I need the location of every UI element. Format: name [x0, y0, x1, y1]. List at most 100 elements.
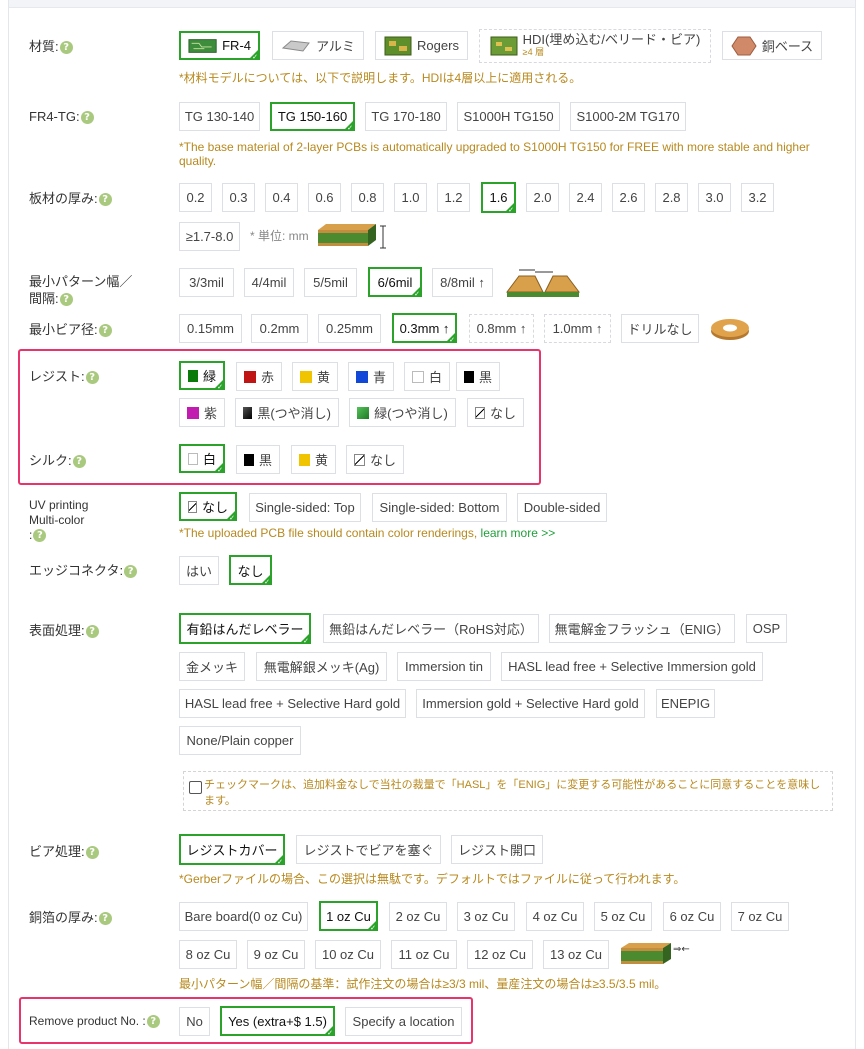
fr4tg-option-s1000h[interactable]: S1000H TG150 [457, 102, 560, 131]
via-process-option-open[interactable]: レジスト開口 [451, 835, 543, 864]
via-option[interactable]: 0.25mm [318, 314, 381, 343]
uv-option-none[interactable]: なし [179, 492, 237, 522]
thickness-option[interactable]: 3.2 [741, 183, 774, 212]
copper-option[interactable]: 8 oz Cu [179, 940, 237, 969]
learn-more-link[interactable]: learn more >> [481, 526, 556, 540]
copper-option[interactable]: Bare board(0 oz Cu) [179, 902, 308, 931]
thickness-option[interactable]: 0.4 [265, 183, 298, 212]
surface-option-gold-plating[interactable]: 金メッキ [179, 652, 245, 681]
thickness-option[interactable]: 2.0 [526, 183, 559, 212]
silk-option-black[interactable]: 黒 [236, 445, 280, 474]
via-option[interactable]: 0.15mm [179, 314, 242, 343]
thickness-option[interactable]: 2.6 [612, 183, 645, 212]
resist-option-green[interactable]: 緑 [179, 361, 225, 391]
via-option[interactable]: 1.0mm ↑ [544, 314, 611, 343]
remove-no-option-specify[interactable]: Specify a location [345, 1007, 462, 1036]
help-icon[interactable]: ? [85, 371, 99, 385]
help-icon[interactable]: ? [98, 193, 112, 207]
surface-option-osp[interactable]: OSP [746, 614, 787, 643]
thickness-option-custom[interactable]: ≥1.7-8.0 [179, 222, 240, 251]
resist-option-red[interactable]: 赤 [236, 362, 282, 391]
silk-option-yellow[interactable]: 黄 [291, 445, 336, 474]
copper-option-selected[interactable]: 1 oz Cu [319, 901, 378, 932]
help-icon[interactable]: ? [146, 1015, 160, 1029]
via-option[interactable]: 0.2mm [251, 314, 308, 343]
help-icon[interactable]: ? [59, 41, 73, 55]
copper-option[interactable]: 5 oz Cu [594, 902, 652, 931]
help-icon[interactable]: ? [72, 455, 86, 469]
surface-option-plain-copper[interactable]: None/Plain copper [179, 726, 301, 755]
material-option-hdi[interactable]: HDI(埋め込む/ベリード・ビア) ≥4 層 [479, 29, 711, 63]
edge-option-no[interactable]: なし [229, 555, 272, 586]
fr4tg-option-150[interactable]: TG 150-160 [270, 102, 355, 132]
thickness-option[interactable]: 2.8 [655, 183, 688, 212]
copper-option[interactable]: 2 oz Cu [389, 902, 447, 931]
copper-option[interactable]: 3 oz Cu [457, 902, 515, 931]
resist-option-matte-black[interactable]: 黒(つや消し) [235, 398, 339, 427]
thickness-option[interactable]: 0.8 [351, 183, 384, 212]
help-icon[interactable]: ? [33, 529, 47, 543]
surface-option-ig-sel-hard[interactable]: Immersion gold + Selective Hard gold [416, 689, 645, 718]
thickness-option[interactable]: 0.3 [222, 183, 255, 212]
thickness-option-selected[interactable]: 1.6 [481, 182, 516, 214]
copper-option[interactable]: 7 oz Cu [731, 902, 789, 931]
copper-option[interactable]: 10 oz Cu [315, 940, 381, 969]
trace-option[interactable]: 4/4mil [244, 268, 294, 297]
material-option-copper-base[interactable]: 銅ベース [722, 31, 822, 60]
edge-option-yes[interactable]: はい [179, 556, 219, 585]
resist-option-black[interactable]: 黒 [456, 362, 500, 391]
thickness-option[interactable]: 2.4 [569, 183, 602, 212]
silk-option-none[interactable]: なし [346, 445, 404, 474]
trace-option[interactable]: 8/8mil ↑ [432, 268, 493, 297]
thickness-option[interactable]: 1.2 [437, 183, 470, 212]
thickness-option[interactable]: 0.2 [179, 183, 212, 212]
resist-option-none[interactable]: なし [467, 398, 524, 427]
resist-option-purple[interactable]: 紫 [179, 398, 225, 427]
via-process-option-plug[interactable]: レジストでビアを塞ぐ [296, 835, 441, 864]
uv-option-bottom[interactable]: Single-sided: Bottom [372, 493, 507, 522]
resist-option-blue[interactable]: 青 [348, 362, 394, 391]
resist-option-yellow[interactable]: 黄 [292, 362, 338, 391]
remove-no-option-no[interactable]: No [179, 1007, 210, 1036]
copper-option[interactable]: 9 oz Cu [247, 940, 305, 969]
copper-option[interactable]: 12 oz Cu [467, 940, 533, 969]
via-option-no-drill[interactable]: ドリルなし [621, 314, 699, 343]
copper-option[interactable]: 13 oz Cu [543, 940, 609, 969]
copper-option[interactable]: 11 oz Cu [391, 940, 457, 969]
fr4tg-option-170[interactable]: TG 170-180 [365, 102, 447, 131]
surface-option-enig[interactable]: 無電解金フラッシュ（ENIG） [549, 614, 735, 643]
help-icon[interactable]: ? [80, 111, 94, 125]
silk-option-white[interactable]: 白 [179, 444, 225, 474]
uv-option-top[interactable]: Single-sided: Top [249, 493, 361, 522]
via-option[interactable]: 0.8mm ↑ [469, 314, 534, 343]
uv-option-double[interactable]: Double-sided [517, 493, 607, 522]
surface-option-hasl-sel-immersion[interactable]: HASL lead free + Selective Immersion gol… [501, 652, 763, 681]
trace-option-selected[interactable]: 6/6mil [368, 267, 422, 298]
surface-option-hasl-sel-hard[interactable]: HASL lead free + Selective Hard gold [179, 689, 406, 718]
fr4tg-option-130[interactable]: TG 130-140 [179, 102, 260, 131]
copper-option[interactable]: 4 oz Cu [526, 902, 584, 931]
trace-option[interactable]: 3/3mil [179, 268, 234, 297]
surface-option-leaded-hasl[interactable]: 有鉛はんだレベラー [179, 613, 311, 645]
via-process-option-cover[interactable]: レジストカバー [179, 834, 285, 866]
help-icon[interactable]: ? [85, 846, 99, 860]
via-option-selected[interactable]: 0.3mm ↑ [392, 313, 457, 344]
help-icon[interactable]: ? [98, 912, 112, 926]
surface-option-enepig[interactable]: ENEPIG [656, 689, 715, 718]
remove-no-option-yes[interactable]: Yes (extra+$ 1.5) [220, 1006, 335, 1037]
material-option-fr4[interactable]: FR-4 [179, 31, 260, 61]
material-option-aluminum[interactable]: アルミ [272, 31, 364, 60]
fr4tg-option-s1000-2m[interactable]: S1000-2M TG170 [570, 102, 686, 131]
consent-checkbox[interactable] [189, 781, 202, 794]
help-icon[interactable]: ? [85, 625, 99, 639]
trace-option[interactable]: 5/5mil [304, 268, 357, 297]
thickness-option[interactable]: 0.6 [308, 183, 341, 212]
surface-option-leadfree-hasl[interactable]: 無鉛はんだレベラー（RoHS対応） [323, 614, 539, 643]
help-icon[interactable]: ? [124, 565, 138, 579]
thickness-option[interactable]: 3.0 [698, 183, 731, 212]
surface-option-immersion-tin[interactable]: Immersion tin [397, 652, 491, 681]
material-option-rogers[interactable]: Rogers [375, 31, 468, 60]
resist-option-matte-green[interactable]: 緑(つや消し) [349, 398, 456, 427]
help-icon[interactable]: ? [98, 324, 112, 338]
surface-option-immersion-silver[interactable]: 無電解銀メッキ(Ag) [256, 652, 387, 681]
